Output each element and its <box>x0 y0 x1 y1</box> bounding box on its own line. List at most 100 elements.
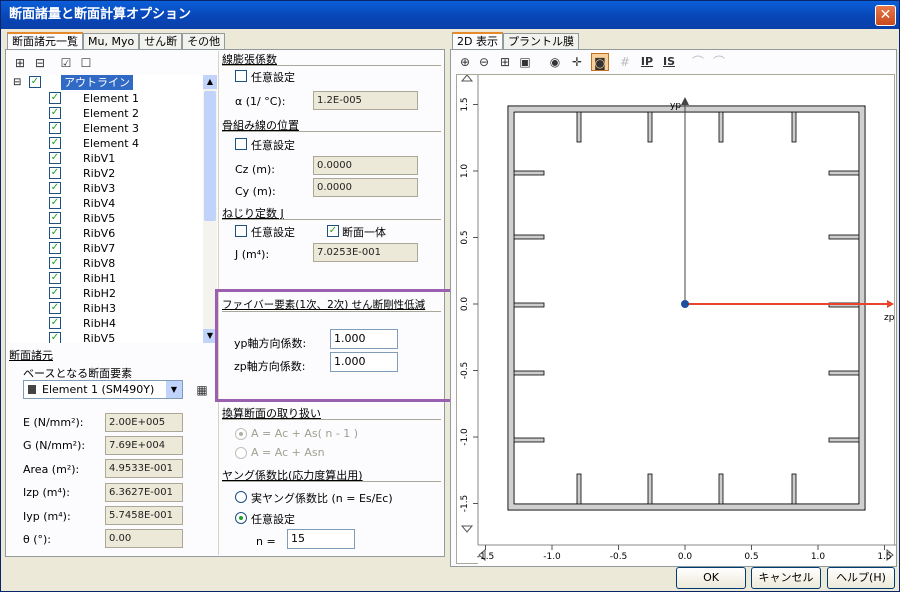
zp-coef-label: zp軸方向係数: <box>234 360 306 373</box>
young-arbitrary-label: 任意設定 <box>251 513 295 526</box>
prop-value-e: 2.00E+005 <box>105 413 183 432</box>
tree-item-checkbox[interactable]: ✓ <box>49 107 61 119</box>
young-arbitrary-radio[interactable] <box>235 512 247 524</box>
tree-item-checkbox[interactable]: ✓ <box>49 257 61 269</box>
tree-item-label: Element 3 <box>83 122 140 135</box>
tree-item[interactable]: ✓ RibV8 <box>9 256 203 271</box>
principal-axis-icon[interactable]: IP <box>638 53 656 71</box>
tree-item[interactable]: ✓ RibV7 <box>9 241 203 256</box>
tree-item-checkbox[interactable]: ✓ <box>49 317 61 329</box>
window-zoom-icon[interactable]: ▣ <box>516 53 534 71</box>
section-b-icon[interactable]: ⌒ <box>710 53 728 71</box>
tree-item[interactable]: ✓ RibV6 <box>9 226 203 241</box>
yp-coef-input[interactable]: 1.000 <box>330 329 398 349</box>
scroll-thumb[interactable] <box>204 91 216 221</box>
torsion-integral-checkbox[interactable]: ✓ <box>327 225 339 237</box>
tree-item-checkbox[interactable]: ✓ <box>49 197 61 209</box>
prop-value-theta: 0.00 <box>105 529 183 548</box>
section-a-icon[interactable]: ⌒ <box>689 53 707 71</box>
grid-icon[interactable]: ▦ <box>193 381 211 399</box>
tree-root-checkbox[interactable]: ✓ <box>29 76 41 88</box>
box-inner-outline <box>513 111 860 505</box>
cancel-button[interactable]: キャンセル <box>751 567 821 589</box>
young-real-radio[interactable] <box>235 491 247 503</box>
fit-view-icon[interactable]: ⊞ <box>496 53 514 71</box>
tree-item-label: Element 4 <box>83 137 140 150</box>
x-tick-label: 1.0 <box>811 552 826 562</box>
tree-item-checkbox[interactable]: ✓ <box>49 302 61 314</box>
tree-item[interactable]: ✓ Element 4 <box>9 136 203 151</box>
y-tick-label: 1.5 <box>460 97 470 111</box>
prop-value-iyp: 5.7458E-001 <box>105 506 183 525</box>
tree-item[interactable]: ✓ Element 1 <box>9 91 203 106</box>
check-all-icon[interactable]: ☑ <box>57 54 75 72</box>
converted-opt2-radio[interactable] <box>235 447 247 459</box>
tree-item[interactable]: ✓ RibV1 <box>9 151 203 166</box>
collapse-toggle-icon[interactable]: ⊟ <box>13 75 21 90</box>
tree-item[interactable]: ✓ RibH4 <box>9 316 203 331</box>
section-view[interactable]: -1.5 -1.0 -0.5 0.0 0.5 1.0 1.5 -1.5 -1.0 -0.5 0.0… <box>456 74 896 565</box>
thermal-arbitrary-checkbox[interactable] <box>235 70 247 82</box>
uncheck-all-icon[interactable]: ☐ <box>77 54 95 72</box>
tree-item-checkbox[interactable]: ✓ <box>49 242 61 254</box>
y-tick-label: 0.5 <box>460 230 470 244</box>
skeleton-arbitrary-checkbox[interactable] <box>235 138 247 150</box>
shear-center-icon[interactable]: IS <box>660 53 678 71</box>
stress-view-icon[interactable]: ◙ <box>591 53 609 71</box>
zp-coef-input[interactable]: 1.000 <box>330 352 398 372</box>
expand-all-icon[interactable]: ⊞ <box>11 54 29 72</box>
tree-item-checkbox[interactable]: ✓ <box>49 212 61 224</box>
n-input[interactable]: 15 <box>287 529 355 549</box>
tree-item-checkbox[interactable]: ✓ <box>49 272 61 284</box>
young-real-label: 実ヤング係数比 (n = Es/Ec) <box>251 492 393 505</box>
tree-item-label: RibV5 <box>83 212 116 225</box>
close-button[interactable]: ✕ <box>875 5 896 26</box>
torsion-arbitrary-checkbox[interactable] <box>235 225 247 237</box>
tree-item-checkbox[interactable]: ✓ <box>49 122 61 134</box>
y-tick-label: -0.5 <box>460 362 470 380</box>
tree-item-checkbox[interactable]: ✓ <box>49 182 61 194</box>
scroll-up-icon[interactable]: ▲ <box>203 75 217 89</box>
collapse-all-icon[interactable]: ⊟ <box>31 54 49 72</box>
tree-item-checkbox[interactable]: ✓ <box>49 227 61 239</box>
zoom-out-icon[interactable]: ⊖ <box>475 53 493 71</box>
tree-item-checkbox[interactable]: ✓ <box>49 332 61 343</box>
tab-2d-view[interactable]: 2D 表示 <box>452 32 503 50</box>
base-element-select[interactable]: Element 1 (SM490Y) ▼ <box>23 380 183 399</box>
tab-section-list[interactable]: 断面諸元一覧 <box>7 32 83 50</box>
tree-item-checkbox[interactable]: ✓ <box>49 152 61 164</box>
tree-item-checkbox[interactable]: ✓ <box>49 137 61 149</box>
tree-item[interactable]: ✓ RibH2 <box>9 286 203 301</box>
help-button[interactable]: ヘルプ(H) <box>827 567 895 589</box>
tree-item-checkbox[interactable]: ✓ <box>49 92 61 104</box>
ok-button[interactable]: OK <box>676 567 746 589</box>
tree-item[interactable]: ✓ RibV4 <box>9 196 203 211</box>
converted-opt1-radio[interactable] <box>235 428 247 440</box>
tab-shear[interactable]: せん断 <box>139 33 183 50</box>
tree-item[interactable]: ✓ RibH3 <box>9 301 203 316</box>
palette-icon[interactable]: ◉ <box>546 53 564 71</box>
right-web <box>860 107 864 509</box>
tree-item[interactable]: ✓ RibV5 <box>9 211 203 226</box>
n-label: n = <box>256 535 276 548</box>
chevron-down-icon[interactable]: ▼ <box>166 381 182 398</box>
tab-prandtl[interactable]: プラントル膜 <box>502 33 579 50</box>
tree-item[interactable]: ✓ RibV5 <box>9 331 203 343</box>
tree-item[interactable]: ✓ Element 2 <box>9 106 203 121</box>
tree-item-checkbox[interactable]: ✓ <box>49 287 61 299</box>
tab-mu-myo[interactable]: Mu, Myo <box>83 33 140 50</box>
rib-bottom <box>791 473 797 505</box>
tab-other[interactable]: その他 <box>182 33 226 50</box>
tree-item[interactable]: ✓ RibV3 <box>9 181 203 196</box>
prop-value-area: 4.9533E-001 <box>105 459 183 478</box>
axes-icon[interactable]: ✛ <box>568 53 586 71</box>
tree-root[interactable]: ⊟ ✓ アウトライン <box>9 75 203 90</box>
tree-item-checkbox[interactable]: ✓ <box>49 167 61 179</box>
tree-item[interactable]: ✓ Element 3 <box>9 121 203 136</box>
grid-toggle-icon[interactable]: # <box>616 53 634 71</box>
tree-item[interactable]: ✓ RibH1 <box>9 271 203 286</box>
x-tick-label: 0.5 <box>744 552 758 562</box>
tree-item-label: RibH4 <box>83 317 116 330</box>
tree-item[interactable]: ✓ RibV2 <box>9 166 203 181</box>
zoom-in-icon[interactable]: ⊕ <box>456 53 474 71</box>
